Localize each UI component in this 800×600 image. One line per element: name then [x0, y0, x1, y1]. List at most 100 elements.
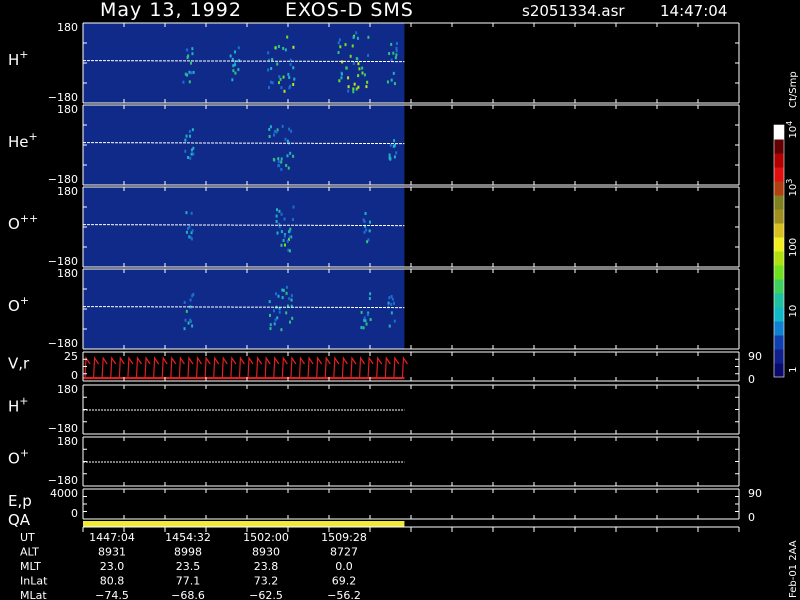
velocity-spike	[384, 356, 391, 379]
spectrogram-cell	[388, 324, 391, 328]
footer-cell: 1454:32	[165, 531, 211, 544]
spectrogram-cell	[185, 230, 188, 234]
spectrogram-cell	[278, 310, 281, 314]
y-tick-label: 180	[57, 185, 78, 198]
spectrogram-cell	[288, 249, 291, 253]
spectrogram-cell	[355, 87, 358, 91]
spectrogram-cell	[280, 86, 283, 90]
velocity-spike	[255, 356, 263, 379]
spectrogram-cell	[394, 56, 397, 60]
colorbar: Ct/Smp 1 10 100 103 104	[773, 71, 799, 378]
spectrogram-cell	[390, 42, 393, 46]
spectrogram-cell	[291, 218, 294, 222]
spectrogram-cell	[232, 69, 235, 73]
spectrogram-cell	[278, 81, 281, 85]
spectrogram-cell	[392, 301, 395, 305]
spectrogram-cell	[237, 46, 240, 50]
spectrogram-cell	[277, 164, 280, 168]
colorbar-swatch	[774, 195, 784, 210]
spectrogram-cell	[390, 295, 393, 299]
spectrogram-cell	[286, 154, 289, 158]
spectrogram-cell	[368, 229, 371, 233]
spectrogram-cell	[347, 76, 350, 80]
spectrogram-cell	[269, 327, 272, 331]
spectrogram-cell	[352, 90, 355, 94]
footer-row-name: MLat	[20, 589, 47, 600]
footer-cell: 8998	[174, 546, 202, 559]
footer-row-name: MLT	[20, 560, 41, 573]
panel-label: O++	[8, 212, 38, 233]
spectrogram-cell	[292, 82, 295, 86]
footer-cell: 8930	[252, 546, 280, 559]
spectrogram-cell	[271, 81, 274, 85]
velocity-spike	[161, 356, 168, 379]
spectrogram-cell	[192, 292, 195, 296]
spectrogram-cell	[269, 323, 272, 327]
colorbar-swatch	[774, 363, 784, 378]
y-tick-label: 0	[71, 507, 78, 520]
spectrogram-cell	[275, 214, 278, 218]
spectrogram-cell	[280, 328, 283, 332]
spectrogram-cell	[388, 156, 391, 160]
panel-label: E,p	[8, 492, 32, 510]
footer-cell: 80.8	[100, 575, 125, 588]
spectrogram-cell	[287, 230, 290, 234]
spectrogram-cell	[283, 89, 286, 93]
spectrogram-cell	[347, 85, 350, 89]
colorbar-swatch	[774, 307, 784, 322]
spectrogram-cell	[191, 52, 194, 56]
footer-cell: 1502:00	[243, 531, 289, 544]
colorbar-swatch	[774, 209, 784, 224]
header: May 13, 1992 EXOS-D SMS s2051334.asr 14:…	[100, 0, 727, 21]
spectrogram-cell	[184, 149, 187, 153]
colorbar-swatch	[774, 237, 784, 252]
spectrogram-cell	[355, 57, 358, 61]
spectrogram-cell	[234, 50, 237, 54]
header-file: s2051334.asr	[522, 2, 625, 20]
panel-label: V,r	[8, 355, 30, 373]
spectrogram-cell	[273, 133, 276, 137]
footer-cell: −56.2	[327, 589, 361, 600]
spectrogram-cell	[282, 46, 285, 50]
spectrogram-cell	[185, 211, 188, 215]
spectrogram-cell	[189, 134, 192, 138]
spectrogram-cell	[339, 45, 342, 49]
footer-cell: 77.1	[176, 575, 201, 588]
spectrogram-cell	[190, 71, 193, 75]
velocity-spike	[358, 356, 366, 379]
spectrogram-cell	[357, 74, 360, 78]
spectrogram-cell	[369, 318, 372, 322]
spectrogram-cell	[191, 47, 194, 51]
spectrogram-cell	[184, 138, 187, 142]
spectrogram-cell	[293, 77, 296, 81]
colorbar-swatch	[774, 125, 784, 140]
spectrogram-cell	[337, 51, 340, 55]
spectrogram-cell	[285, 163, 288, 167]
spectrogram-cell	[185, 309, 188, 313]
qa-panel: QA	[8, 511, 740, 532]
panels: H+180−180He+180−180O++180−180O+180−180V,…	[8, 21, 762, 524]
spectrogram-cell	[288, 235, 291, 239]
spectrogram-cell	[366, 240, 369, 244]
spectrogram-cell	[289, 151, 292, 155]
velocity-spike	[92, 356, 100, 379]
velocity-spike	[178, 356, 185, 379]
spectrogram-cell	[365, 322, 368, 326]
spectrogram-cell	[366, 80, 369, 84]
velocity-spike	[290, 356, 297, 379]
spectrogram-cell	[393, 139, 396, 143]
spectrogram-background	[83, 105, 405, 185]
spectrogram-cell	[275, 220, 278, 224]
spectrogram-cell	[285, 311, 288, 315]
spectrogram-cell	[237, 68, 240, 72]
spectrogram-cell	[389, 143, 392, 147]
spectrogram-cell	[273, 322, 276, 326]
colorbar-swatch	[774, 265, 784, 280]
velocity-spike	[153, 356, 160, 379]
colorbar-tick-label: 104	[785, 121, 799, 139]
footer-row-name: InLat	[20, 575, 48, 588]
spectrogram-cell	[340, 76, 343, 80]
spectrogram-cell	[187, 155, 190, 159]
footer-cell: 0.0	[335, 560, 353, 573]
spectrogram-cell	[392, 71, 395, 75]
